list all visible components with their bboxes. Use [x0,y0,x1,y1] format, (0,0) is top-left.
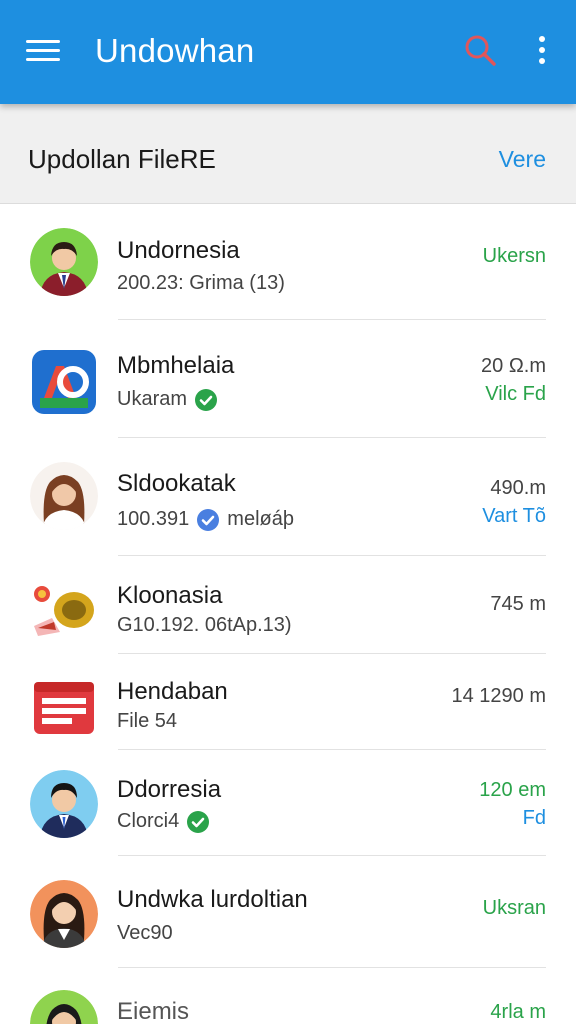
avatar [30,990,98,1024]
item-subtitle-text: 200.23: Grima (13) [117,272,285,294]
list-item[interactable]: Mbmhelaia Ukaram 20 Ω.m Vilc Fd [0,320,576,438]
item-meta-line: 20 Ω.m [481,355,546,377]
item-meta: 14 1290 m [451,682,546,710]
list-item[interactable]: Ddorresia Clorci4 120 em Fd [0,750,576,856]
app-bar: Undowhan [0,0,576,104]
item-subtitle-text: 100.391 [117,508,190,530]
item-subtitle-text: Ukaram [117,388,188,410]
list-item[interactable]: Undornesia 200.23: Grima (13) Ukersn [0,204,576,320]
item-subtitle-text: Vec90 [117,922,173,944]
check-circle-icon [197,508,220,531]
section-action-link[interactable]: Vere [499,146,546,173]
item-meta-line: Vilc Fd [485,383,546,405]
item-meta-line: Fd [522,807,546,829]
item-meta: 120 em Fd [479,776,546,832]
item-meta-line: 745 m [490,593,546,615]
item-title: Mbmhelaia [117,352,235,379]
item-meta: Uksran [483,894,546,922]
item-meta-line: Uksran [482,897,546,919]
avatar [30,228,98,296]
item-meta-line: Vart Tõ [482,505,546,527]
list-item[interactable]: Undwka lurdoltian Vec90 Uksran [0,856,576,968]
hamburger-icon[interactable] [26,38,60,64]
item-subtitle-extra: meløáþ [227,508,294,530]
item-meta: 490.m Vart Tõ [482,474,546,530]
check-circle-icon [187,810,210,833]
check-circle-icon [195,388,218,411]
item-meta: Ukersn [483,242,546,270]
item-meta-line: 4rla m [490,1001,546,1023]
item-subtitle: Ukaram [117,388,218,411]
item-subtitle: Vec90 [117,922,173,945]
item-meta: 4rla m [490,998,546,1024]
item-subtitle-text: File 54 [117,710,178,732]
app-title: Undowhan [95,32,255,69]
list-item[interactable]: Hendaban File 54 14 1290 m [0,654,576,750]
section-title: Updollan FileRE [28,144,216,174]
more-vert-icon[interactable] [532,32,552,68]
item-title: Undornesia [117,237,240,264]
app-logo-icon [30,348,98,416]
item-subtitle: 100.391 meløáþ [117,508,294,531]
item-meta-line: 14 1290 m [451,685,546,707]
file-icon [30,674,98,742]
item-subtitle: G10.192. 06tAp.13) [117,614,292,637]
avatar [30,770,98,838]
avatar [30,880,98,948]
item-title: Ddorresia [117,776,222,803]
avatar [30,462,98,530]
item-subtitle: Clorci4 [117,810,210,833]
item-title: Kloonasia [117,582,223,609]
app-logo-icon [30,576,98,644]
item-meta-line: 120 em [479,779,546,801]
item-title: Sldookatak [117,470,236,497]
item-title: Undwka lurdoltian [117,886,308,913]
list-item[interactable]: Sldookatak 100.391 meløáþ 490.m Vart Tõ [0,438,576,556]
item-title: Eiemis [117,998,190,1024]
item-subtitle-text: G10.192. 06tAp.13) [117,614,292,636]
item-subtitle: 200.23: Grima (13) [117,272,285,295]
item-meta-line: 490.m [490,477,546,499]
item-subtitle-text: Clorci4 [117,810,180,832]
item-meta: 745 m [490,590,546,618]
list-item[interactable]: Eiemis 4rla m [0,968,576,1024]
item-subtitle: File 54 [117,710,177,733]
item-meta: 20 Ω.m Vilc Fd [481,352,546,408]
item-meta-line: Ukersn [482,245,546,267]
item-title: Hendaban [117,678,228,705]
section-header: Updollan FileRE Vere [0,104,576,204]
list-item[interactable]: Kloonasia G10.192. 06tAp.13) 745 m [0,556,576,654]
search-icon[interactable] [462,32,498,68]
